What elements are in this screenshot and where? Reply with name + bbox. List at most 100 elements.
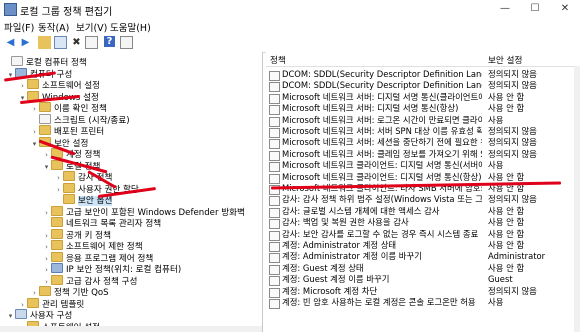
policy-name: 감사: 백업 및 복원 권한 사용을 감사: [282, 217, 409, 228]
tree-item[interactable]: 스크립트 (시작/종료): [30, 113, 130, 126]
column-setting-header[interactable]: 보안 설정: [488, 54, 522, 66]
menu-file[interactable]: 파일(F): [4, 20, 34, 34]
tree-item[interactable]: › 정책 기반 QoS: [30, 286, 109, 298]
policy-setting: 정의되지 않음: [488, 148, 537, 159]
policy-name: DCOM: SDDL(Security Descriptor Definitio…: [282, 80, 482, 91]
tree-item-label: 소프트웨어 제한 정책: [66, 242, 143, 252]
back-arrow-icon[interactable]: ◀: [4, 36, 17, 49]
policy-name: 감사: 보안 감사를 로그할 수 없는 경우 즉시 시스템 종료: [282, 228, 479, 239]
policy-name: 감사: 글로벌 시스템 개체에 대한 액세스 감사: [282, 205, 440, 216]
policy-setting: 정의되지 않음: [488, 69, 537, 79]
collapse-chevron-icon[interactable]: ▾: [42, 161, 51, 173]
menu-bar: 파일(F) 동작(A) 보기(V) 도움말(H): [0, 18, 580, 34]
policy-row[interactable]: 계정: Guest 계정 이름 바꾸기 Guest: [266, 274, 580, 287]
policy-name: Microsoft 네트워크 서버: 로그온 시간이 만료되면 클라이...: [282, 114, 482, 125]
policy-row[interactable]: 계정: 빈 암호 사용하는 로컬 계정은 콘솔 로그온만 허용 사용: [266, 297, 580, 309]
policy-row[interactable]: Microsoft 네트워크 서버: 디지털 서명 통신(클라이언트에... 사용…: [266, 91, 580, 104]
menu-help[interactable]: 도움말(H): [110, 20, 151, 34]
policy-row[interactable]: DCOM: SDDL(Security Descriptor Definitio…: [266, 80, 580, 93]
policy-setting: 사용 안 함: [488, 91, 525, 102]
policy-setting: 정의되지 않음: [488, 194, 537, 205]
policy-setting: 정의되지 않음: [488, 126, 537, 136]
help-icon[interactable]: ?: [104, 36, 115, 47]
forward-arrow-icon[interactable]: ▶: [19, 36, 32, 49]
policy-name: 계정: Administrator 계정 상태: [282, 240, 397, 250]
maximize-button[interactable]: ☐: [520, 0, 550, 18]
policy-setting: 사용: [488, 114, 504, 125]
folder-icon: [51, 217, 63, 227]
folder-icon: [51, 274, 63, 285]
tree-item[interactable]: › 소프트웨어 제한 정책: [42, 240, 143, 252]
tree-item-label: IP 보안 정책(위치: 로컬 컴퓨터): [66, 265, 182, 275]
tree-item[interactable]: › 고급 보안이 포함된 Windows Defender 방화벽: [42, 205, 245, 218]
folder-icon: [39, 125, 51, 135]
tree-item[interactable]: › 응용 프로그램 제어 정책: [42, 251, 154, 264]
menu-view[interactable]: 보기(V): [76, 20, 107, 34]
policy-row[interactable]: Microsoft 네트워크 서버: 세션을 중단하기 전에 필요한 유... 정…: [266, 137, 580, 150]
policy-row[interactable]: Microsoft 네트워크 서버: 로그온 시간이 만료되면 클라이... 사용: [266, 114, 580, 127]
tree-item-label: 공개 키 정책: [66, 230, 111, 241]
properties-icon[interactable]: [120, 36, 133, 49]
tree-item-label: 배포된 프린터: [54, 127, 105, 137]
toolbar: ◀ ▶ ✖ ?: [0, 34, 580, 53]
tree-item[interactable]: ›소프트웨어 설정: [18, 79, 100, 91]
folder-icon: [27, 79, 39, 89]
policy-setting: 정의되지 않음: [488, 285, 537, 296]
policy-row[interactable]: 계정: Microsoft 계정 차단 정의되지 않음: [266, 285, 580, 298]
folder-icon: [63, 171, 75, 181]
tree-item[interactable]: › IP 보안 정책(위치: 로컬 컴퓨터): [42, 263, 181, 275]
policy-row[interactable]: 감사: 백업 및 복원 권한 사용을 감사 사용 안 함: [266, 217, 580, 230]
policy-name: Microsoft 네트워크 클라이언트: 디지털 서명 통신(항상): [282, 171, 482, 182]
close-button[interactable]: ✕: [550, 0, 580, 18]
policy-row[interactable]: Microsoft 네트워크 클라이언트: 디지털 서명 통신(서버에... 사용: [266, 160, 580, 173]
tree-item-label: 보안 옵션: [78, 196, 113, 206]
policy-row[interactable]: 계정: Guest 계정 상태 사용 안 함: [266, 262, 580, 275]
tree-item[interactable]: 로컬 컴퓨터 정책: [2, 56, 87, 68]
column-policy-header[interactable]: 정책: [270, 54, 286, 66]
tree-item-label: 스크립트 (시작/종료): [54, 115, 130, 126]
policy-name: DCOM: SDDL(Security Descriptor Definitio…: [282, 69, 482, 79]
policy-row[interactable]: 계정: Administrator 계정 이름 바꾸기 Administrator: [266, 251, 580, 264]
policy-row[interactable]: 감사: 보안 감사를 로그할 수 없는 경우 즉시 시스템 종료 사용 안 함: [266, 228, 580, 241]
tree-item[interactable]: › 이름 확인 정책: [30, 102, 107, 114]
policy-name: 계정: Guest 계정 상태: [282, 262, 364, 273]
folder-icon: [39, 102, 51, 112]
menu-action[interactable]: 동작(A): [38, 20, 69, 34]
policy-row[interactable]: 계정: Administrator 계정 상태 사용 안 함: [266, 240, 580, 252]
policy-row[interactable]: Microsoft 네트워크 서버: 디지털 서명 통신(항상) 사용 안 함: [266, 103, 580, 116]
policy-setting: 사용 안 함: [488, 228, 525, 239]
policy-name: Microsoft 네트워크 서버: 디지털 서명 통신(클라이언트에...: [282, 91, 482, 102]
export-list-icon[interactable]: [85, 36, 98, 49]
delete-icon[interactable]: ✖: [70, 36, 83, 49]
tree-item[interactable]: › 배포된 프린터: [30, 125, 104, 137]
policy-row[interactable]: 감사: 감사 정책 하위 범주 설정(Windows Vista 또는 그 이.…: [266, 194, 580, 207]
tree-item-label: 관리 템플릿: [42, 299, 85, 310]
tree-item[interactable]: › 관리 템플릿: [18, 297, 85, 310]
tree-item-label: 응용 프로그램 제어 정책: [66, 253, 154, 264]
tree-item-label: 사용자 구성: [30, 311, 73, 321]
policy-setting: 사용 안 함: [488, 103, 525, 114]
folder-icon: [51, 251, 63, 262]
minimize-button[interactable]: —: [490, 0, 520, 18]
tree-item[interactable]: › 고급 감사 정책 구성: [42, 274, 137, 287]
tree-item[interactable]: 네트워크 목록 관리자 정책: [42, 217, 161, 229]
show-hide-tree-icon[interactable]: [54, 36, 67, 49]
policy-name: Microsoft 네트워크 서버: 클레임 정보를 가져오기 위해 S4...: [282, 148, 482, 159]
collapse-chevron-icon[interactable]: ▾: [30, 138, 39, 150]
policy-row[interactable]: Microsoft 네트워크 서버: 클레임 정보를 가져오기 위해 S4...…: [266, 148, 580, 161]
tree-item[interactable]: ▾ 사용자 구성: [6, 309, 72, 321]
policy-list-pane: 정책 보안 설정 DCOM: SDDL(Security Descriptor …: [266, 52, 580, 332]
user-icon: [15, 309, 27, 319]
policy-setting: 정의되지 않음: [488, 137, 537, 148]
policy-icon: [269, 299, 280, 309]
tree-item-label: 로컬 컴퓨터 정책: [26, 58, 87, 68]
policy-row[interactable]: DCOM: SDDL(Security Descriptor Definitio…: [266, 69, 580, 81]
policy-setting: 사용 안 함: [488, 171, 525, 182]
up-folder-icon[interactable]: [38, 36, 51, 49]
tree-item[interactable]: › 공개 키 정책: [42, 228, 111, 241]
horizontal-scrollbar[interactable]: [0, 326, 262, 332]
policy-row[interactable]: 감사: 글로벌 시스템 개체에 대한 액세스 감사 사용 안 함: [266, 205, 580, 218]
policy-row[interactable]: Microsoft 네트워크 서버: 서버 SPN 대상 이름 유효성 확인 .…: [266, 126, 580, 138]
collapse-chevron-icon[interactable]: ▾: [6, 310, 15, 322]
policy-document-icon: [39, 113, 51, 124]
